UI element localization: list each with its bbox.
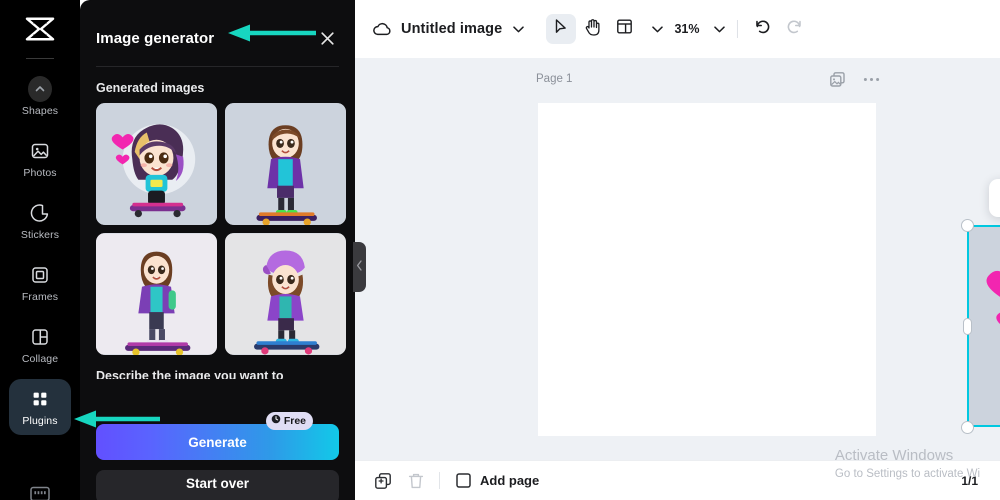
- list-item[interactable]: [96, 233, 217, 355]
- sidebar-item-label: Shapes: [21, 105, 59, 117]
- generated-images-grid: [80, 103, 355, 355]
- list-item[interactable]: [96, 103, 217, 225]
- artboard[interactable]: [538, 103, 876, 436]
- cursor-arrow-icon: [552, 18, 569, 40]
- add-page-square-icon: [454, 471, 473, 490]
- redo-button[interactable]: [780, 14, 810, 44]
- capcut-editor-window: Shapes Photos Stickers Frames Collage Pl…: [0, 0, 1000, 500]
- add-page-button[interactable]: Add page: [454, 471, 539, 490]
- clock-icon: [271, 414, 281, 427]
- panel-collapse-toggle[interactable]: [353, 242, 366, 292]
- document-title[interactable]: Untitled image: [401, 21, 502, 37]
- sidebar-item-frames[interactable]: Frames: [9, 255, 71, 311]
- chevron-left-icon: [356, 258, 363, 276]
- list-item[interactable]: [225, 103, 346, 225]
- tool-cluster: 31%: [545, 14, 809, 44]
- sidebar-item-label: Frames: [21, 291, 59, 303]
- chevron-down-icon[interactable]: [511, 22, 525, 36]
- frame-icon: [28, 263, 52, 287]
- page-label: Page 1: [536, 73, 573, 85]
- sidebar-item-label: Stickers: [20, 229, 60, 241]
- image-generator-panel: Image generator Generated images Describ…: [80, 0, 366, 500]
- layout-panel-icon: [616, 18, 633, 40]
- page-count: 1/1: [961, 473, 978, 488]
- duplicate-page-icon[interactable]: [828, 70, 846, 88]
- selection-floating-toolbar: [989, 179, 1000, 217]
- undo-button[interactable]: [748, 14, 778, 44]
- top-toolbar: Untitled image 31%: [355, 0, 1000, 58]
- left-rail: Shapes Photos Stickers Frames Collage Pl…: [0, 0, 80, 500]
- hand-tool-button[interactable]: [577, 14, 607, 44]
- duplicate-page-icon[interactable]: [373, 471, 392, 490]
- status-badge-label: Free: [283, 414, 306, 427]
- panel-title: Image generator: [96, 29, 215, 47]
- zoom-level-label[interactable]: 31%: [674, 22, 699, 36]
- cloud-save-icon[interactable]: [371, 18, 393, 40]
- chevron-down-icon[interactable]: [650, 22, 664, 36]
- plugins-grid-icon: [28, 387, 52, 411]
- sidebar-item-stickers[interactable]: Stickers: [9, 193, 71, 249]
- rail-divider: [26, 58, 54, 59]
- chevron-up-circle-icon: [28, 76, 52, 102]
- sidebar-item-label: Photos: [23, 167, 57, 179]
- hand-icon: [584, 18, 601, 41]
- add-page-label: Add page: [480, 473, 540, 488]
- sticker-icon: [28, 201, 52, 225]
- undo-icon: [754, 19, 771, 39]
- status-badge: Free: [265, 412, 313, 430]
- page-actions: [828, 70, 880, 88]
- resize-handle-top-left[interactable]: [961, 219, 974, 232]
- redo-icon: [786, 19, 803, 39]
- select-tool-button[interactable]: [545, 14, 576, 44]
- editor-area: Untitled image 31% Page 1 Add page 1/1 A…: [355, 0, 1000, 500]
- sidebar-item-label: Collage: [21, 353, 59, 365]
- chevron-down-icon[interactable]: [713, 22, 727, 36]
- sidebar-item-shapes[interactable]: Shapes: [9, 69, 71, 125]
- trash-icon: [406, 471, 425, 490]
- toolbar-divider: [736, 20, 738, 38]
- photo-icon: [28, 139, 52, 163]
- capcut-logo-icon[interactable]: [20, 12, 60, 46]
- sidebar-item-label: Plugins: [22, 415, 58, 427]
- resize-handle-middle-left[interactable]: [963, 318, 972, 335]
- canvas-area[interactable]: Page 1: [355, 58, 1000, 460]
- keyboard-icon[interactable]: [29, 485, 51, 500]
- list-item[interactable]: [225, 233, 346, 355]
- sidebar-item-plugins[interactable]: Plugins: [9, 379, 71, 435]
- collage-icon: [28, 325, 52, 349]
- more-horizontal-icon[interactable]: [862, 70, 880, 88]
- sidebar-item-collage[interactable]: Collage: [9, 317, 71, 373]
- generated-images-heading: Generated images: [96, 81, 205, 95]
- sidebar-item-photos[interactable]: Photos: [9, 131, 71, 187]
- close-icon[interactable]: [315, 26, 339, 50]
- panel-header: Image generator: [80, 0, 355, 56]
- layout-tool-button[interactable]: [609, 14, 639, 44]
- bottom-divider: [439, 472, 440, 489]
- resize-handle-bottom-left[interactable]: [961, 421, 974, 434]
- prompt-label: Describe the image you want to: [96, 369, 284, 379]
- bottom-toolbar: Add page 1/1: [355, 460, 1000, 500]
- start-over-button[interactable]: Start over: [96, 470, 339, 500]
- sidebar-bottom-area: [0, 485, 80, 500]
